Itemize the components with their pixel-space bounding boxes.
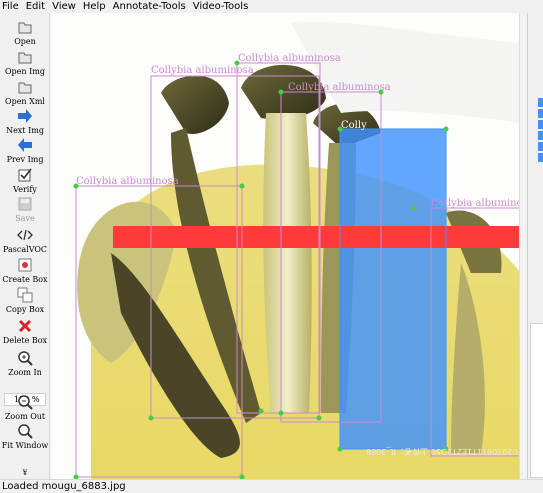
verify-button[interactable]: Verify	[0, 167, 50, 194]
menu-video-tools[interactable]: Video-Tools	[190, 0, 253, 13]
bounding-box-6[interactable]	[430, 207, 527, 457]
box-label-4: Collybia albuminosa	[76, 176, 179, 187]
next-img-label: Next Img	[6, 126, 44, 135]
menu-file[interactable]: File	[0, 0, 23, 13]
annotation-canvas[interactable]: Collybia albuminosa Collybia albuminosa …	[51, 13, 527, 479]
copy-box-label: Copy Box	[5, 305, 45, 314]
menu-annotate-tools[interactable]: Annotate-Tools	[110, 0, 190, 13]
zoom-out-icon	[18, 395, 33, 410]
prev-img-button[interactable]: Prev Img	[0, 137, 50, 164]
verify-label: Verify	[13, 185, 37, 194]
zoom-in-button[interactable]: Zoom In	[0, 350, 50, 377]
delete-x-icon	[18, 319, 32, 333]
open-xml-label: Open Xml	[5, 97, 45, 106]
code-tag-icon	[17, 229, 33, 241]
menu-edit[interactable]: Edit	[23, 0, 49, 13]
open-img-button[interactable]: Open Img	[0, 49, 50, 76]
open-label: Open	[14, 37, 36, 46]
toolbar-more-chevron-icon[interactable]: ¥	[0, 469, 50, 477]
fit-window-icon	[18, 424, 33, 439]
open-button[interactable]: Open	[0, 19, 50, 46]
bounding-box-3[interactable]	[280, 91, 382, 423]
delete-box-button[interactable]: Delete Box	[0, 318, 50, 345]
box-label-3: Collybia albuminosa	[288, 82, 391, 93]
save-button[interactable]: Save	[0, 196, 50, 223]
menu-bar: File Edit View Help Annotate-Tools Video…	[0, 0, 543, 13]
pascalvoc-label: PascalVOC	[2, 245, 48, 254]
save-label: Save	[15, 214, 35, 223]
bounding-boxes-overlay: Collybia albuminosa Collybia albuminosa …	[73, 53, 527, 479]
box-label-1: Collybia albuminosa	[151, 65, 254, 76]
menu-help[interactable]: Help	[80, 0, 110, 13]
copy-box-button[interactable]: Copy Box	[0, 287, 50, 314]
canvas-vertical-scrollbar[interactable]	[519, 13, 527, 479]
box-label-6: Collybia albuminosa	[431, 198, 527, 209]
pascalvoc-button[interactable]: PascalVOC	[0, 227, 50, 254]
box-handles	[73, 60, 449, 479]
right-side-panel	[527, 13, 543, 479]
fit-window-label: Fit Window	[1, 441, 49, 450]
bounding-box-4[interactable]	[75, 185, 243, 478]
fit-window-button[interactable]: Fit Window	[0, 423, 50, 450]
create-box-icon	[18, 258, 32, 272]
label-color-swatches	[538, 98, 543, 168]
tool-bar: Open Open Img Open Xml Next Img Prev Img…	[0, 13, 50, 479]
create-box-label: Create Box	[2, 275, 48, 284]
bounding-box-1[interactable]	[150, 75, 320, 419]
box-label-2: Collybia albuminosa	[238, 53, 341, 64]
save-icon	[18, 197, 32, 211]
next-img-button[interactable]: Next Img	[0, 108, 50, 135]
zoom-out-button[interactable]: Zoom Out	[0, 394, 50, 421]
open-folder-icon	[18, 22, 32, 34]
open-xml-icon	[18, 82, 32, 94]
menu-view[interactable]: View	[49, 0, 80, 13]
arrow-left-icon	[18, 138, 32, 152]
box-label-5: Colly	[341, 120, 367, 131]
zoom-in-icon	[18, 351, 33, 366]
bounding-box-2[interactable]	[236, 62, 321, 414]
copy-box-icon	[17, 287, 33, 303]
open-xml-button[interactable]: Open Xml	[0, 79, 50, 106]
bounding-box-5[interactable]	[339, 128, 447, 450]
prev-img-label: Prev Img	[6, 155, 44, 164]
arrow-right-icon	[18, 109, 32, 123]
open-image-icon	[18, 52, 32, 64]
checkbox-icon	[18, 168, 32, 182]
status-bar: Loaded mougu_6883.jpg	[0, 479, 543, 493]
image-watermark: 2020T06T1T1E2T2D50 上传者：ft_3088	[366, 447, 523, 457]
zoom-in-label: Zoom In	[8, 368, 42, 377]
file-list-panel[interactable]	[530, 323, 543, 478]
open-img-label: Open Img	[5, 67, 45, 76]
zoom-out-label: Zoom Out	[4, 412, 46, 421]
delete-box-label: Delete Box	[2, 336, 48, 345]
create-box-button[interactable]: Create Box	[0, 257, 50, 284]
